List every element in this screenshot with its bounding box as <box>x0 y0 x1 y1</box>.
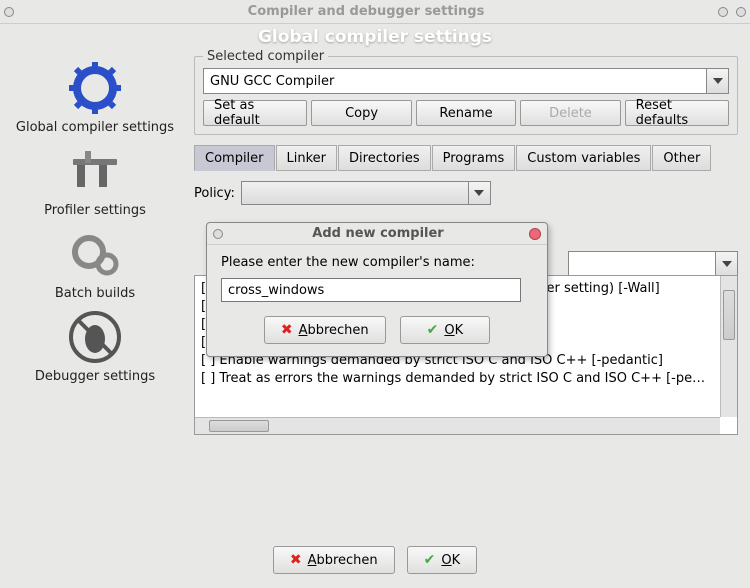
tab-custom-variables[interactable]: Custom variables <box>516 145 651 171</box>
set-default-button[interactable]: Set as default <box>203 100 307 126</box>
horizontal-scrollbar[interactable] <box>195 417 720 434</box>
sidebar: Global compiler settings Profiler settin… <box>0 52 190 532</box>
compiler-select[interactable]: GNU GCC Compiler <box>203 68 729 94</box>
sidebar-item-batch-builds[interactable]: Batch builds <box>8 222 182 303</box>
tab-compiler[interactable]: Compiler <box>194 145 275 171</box>
cancel-icon: ✖ <box>281 322 293 338</box>
sidebar-item-global-compiler[interactable]: Global compiler settings <box>8 56 182 137</box>
compiler-name-input[interactable] <box>221 278 521 302</box>
ok-icon: ✔ <box>427 322 439 338</box>
caliper-icon <box>65 141 125 201</box>
ok-icon: ✔ <box>424 552 436 568</box>
no-bug-icon <box>65 307 125 367</box>
sidebar-item-debugger[interactable]: Debugger settings <box>8 305 182 386</box>
tab-programs[interactable]: Programs <box>432 145 516 171</box>
sidebar-item-label: Debugger settings <box>35 369 155 384</box>
copy-button[interactable]: Copy <box>311 100 411 126</box>
delete-button: Delete <box>520 100 620 126</box>
modal-title: Add new compiler <box>227 226 529 241</box>
selected-compiler-legend: Selected compiler <box>203 49 328 64</box>
page-subtitle: Global compiler settings <box>0 24 750 52</box>
policy-select[interactable] <box>241 181 491 205</box>
rename-button[interactable]: Rename <box>416 100 516 126</box>
dialog-footer: ✖ Abbrechen ✔ OK <box>0 532 750 588</box>
main-cancel-button[interactable]: ✖ Abbrechen <box>273 546 395 574</box>
window-titlebar: Compiler and debugger settings <box>0 0 750 24</box>
dropdown-icon[interactable] <box>706 69 728 93</box>
secondary-select[interactable] <box>568 251 738 277</box>
gear-icon <box>65 58 125 118</box>
tab-bar: Compiler Linker Directories Programs Cus… <box>194 145 738 171</box>
modal-cancel-button[interactable]: ✖ Abbrechen <box>264 316 386 344</box>
add-compiler-dialog: Add new compiler Please enter the new co… <box>206 222 548 357</box>
vertical-scrollbar[interactable] <box>720 276 737 417</box>
sidebar-item-label: Global compiler settings <box>16 120 174 135</box>
modal-menu-icon[interactable] <box>213 229 223 239</box>
dropdown-icon[interactable] <box>715 252 737 276</box>
window-menu-icon[interactable] <box>4 7 14 17</box>
modal-close-icon[interactable] <box>529 228 541 240</box>
ok-label: K <box>452 553 461 568</box>
policy-label: Policy: <box>194 186 235 201</box>
tab-other[interactable]: Other <box>652 145 711 171</box>
cancel-label: bbrechen <box>316 553 377 568</box>
reset-defaults-button[interactable]: Reset defaults <box>625 100 729 126</box>
sidebar-item-profiler[interactable]: Profiler settings <box>8 139 182 220</box>
modal-titlebar: Add new compiler <box>207 223 547 245</box>
compiler-select-value: GNU GCC Compiler <box>210 74 334 89</box>
dropdown-icon[interactable] <box>468 182 490 204</box>
modal-ok-button[interactable]: ✔ OK <box>400 316 491 344</box>
tab-linker[interactable]: Linker <box>276 145 338 171</box>
main-ok-button[interactable]: ✔ OK <box>407 546 478 574</box>
modal-prompt: Please enter the new compiler's name: <box>221 255 533 270</box>
sidebar-item-label: Batch builds <box>55 286 135 301</box>
window-minimize-icon[interactable] <box>718 7 728 17</box>
list-item[interactable]: [ ] Treat as errors the warnings demande… <box>201 370 731 388</box>
cancel-icon: ✖ <box>290 552 302 568</box>
window-close-icon[interactable] <box>736 7 746 17</box>
selected-compiler-group: Selected compiler GNU GCC Compiler Set a… <box>194 56 738 135</box>
tab-directories[interactable]: Directories <box>338 145 431 171</box>
window-title: Compiler and debugger settings <box>18 4 714 19</box>
gears-icon <box>65 224 125 284</box>
sidebar-item-label: Profiler settings <box>44 203 146 218</box>
